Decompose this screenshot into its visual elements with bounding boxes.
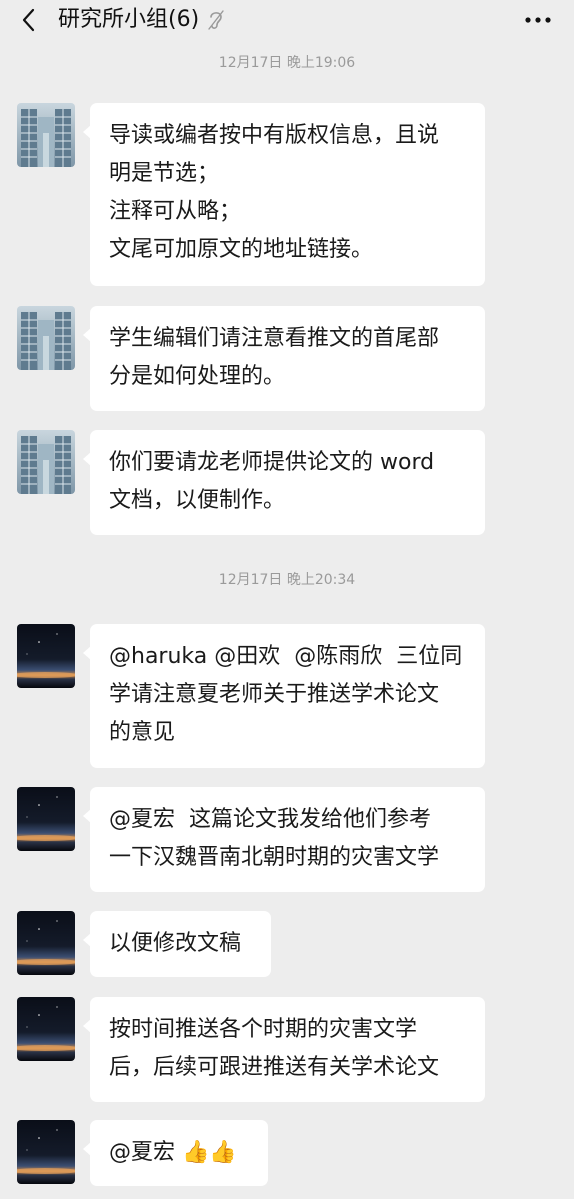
night-sky-avatar[interactable] (17, 911, 75, 975)
night-sky-avatar[interactable] (17, 787, 75, 851)
night-sky-avatar[interactable] (17, 624, 75, 688)
message-bubble[interactable]: 按时间推送各个时期的灾害文学 后，后续可跟进推送有关学术论文 (83, 997, 485, 1102)
night-sky-avatar[interactable] (17, 997, 75, 1061)
night-sky-avatar[interactable] (17, 1120, 75, 1184)
building-avatar[interactable] (17, 306, 75, 370)
message-bubble[interactable]: @haruka @田欢 @陈雨欣 三位同 学请注意夏老师关于推送学术论文 的意见 (83, 624, 485, 768)
message-bubble[interactable]: 导读或编者按中有版权信息，且说 明是节选； 注释可从略； 文尾可加原文的地址链接… (83, 103, 485, 286)
more-dots-icon[interactable] (524, 16, 552, 24)
timestamp: 12月17日 晚上20:34 (218, 572, 356, 588)
message-bubble[interactable]: @夏宏 👍👍 (83, 1120, 268, 1186)
building-avatar[interactable] (17, 103, 75, 167)
message-bubble[interactable]: 学生编辑们请注意看推文的首尾部 分是如何处理的。 (83, 306, 485, 411)
message-bubble[interactable]: 你们要请龙老师提供论文的 word 文档，以便制作。 (83, 430, 485, 535)
message-text: @夏宏 (109, 1140, 182, 1165)
chat-header: 研究所小组(6) (0, 0, 574, 40)
mute-ear-icon (208, 10, 224, 30)
message-bubble[interactable]: 以便修改文稿 (83, 911, 271, 977)
timestamp: 12月17日 晚上19:06 (218, 55, 356, 71)
thumbs-up-icon: 👍👍 (182, 1140, 237, 1165)
building-avatar[interactable] (17, 430, 75, 494)
chat-title: 研究所小组(6) (58, 7, 200, 32)
chevron-left-icon[interactable] (16, 5, 42, 35)
message-bubble[interactable]: @夏宏 这篇论文我发给他们参考 一下汉魏晋南北朝时期的灾害文学 (83, 787, 485, 892)
